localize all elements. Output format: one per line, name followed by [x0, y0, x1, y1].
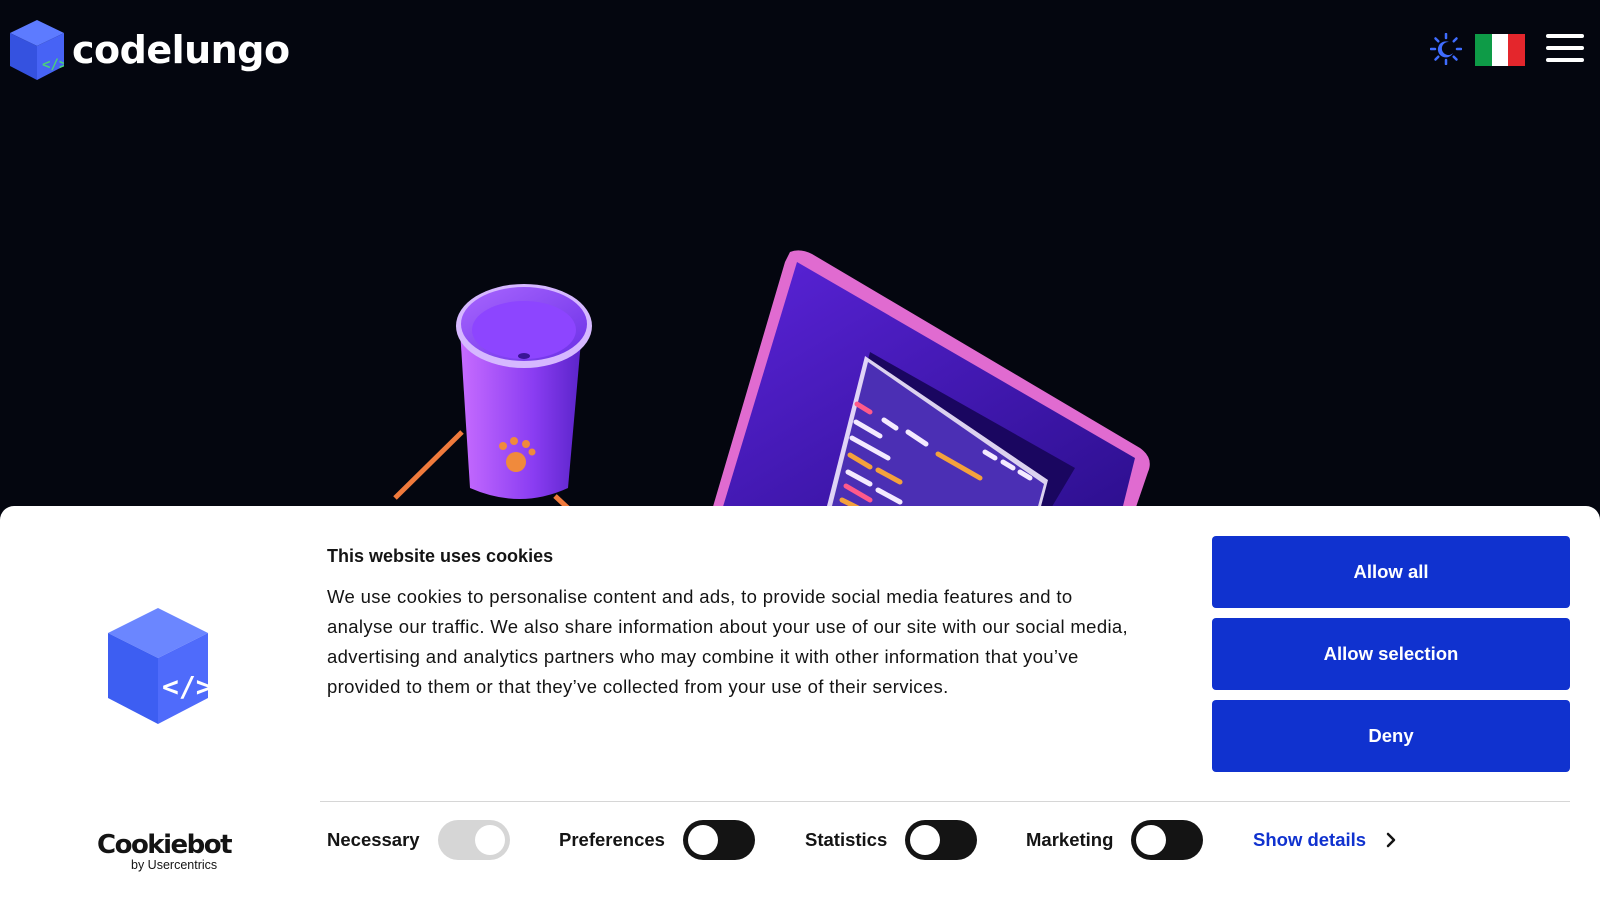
- marketing-toggle[interactable]: [1131, 820, 1204, 860]
- allow-all-button[interactable]: Allow all: [1212, 536, 1570, 608]
- option-statistics: Statistics: [805, 818, 978, 862]
- cookiebot-brand-name: Cookiebot: [97, 830, 233, 860]
- option-necessary: Necessary: [327, 818, 510, 862]
- cube-code-icon: </>: [10, 20, 64, 80]
- site-logo[interactable]: </> codelungo: [10, 20, 290, 80]
- cookie-banner-title: This website uses cookies: [327, 546, 554, 566]
- show-details-link[interactable]: Show details: [1253, 829, 1396, 851]
- preferences-toggle[interactable]: [682, 820, 755, 860]
- divider: [320, 801, 1570, 802]
- svg-text:</>: </>: [162, 670, 208, 703]
- hero-illustration: [393, 250, 1150, 510]
- deny-button[interactable]: Deny: [1212, 700, 1570, 772]
- option-label: Necessary: [327, 829, 420, 850]
- cookiebot-logo: Cookiebot by Usercentrics: [97, 830, 233, 872]
- svg-text:</>: </>: [42, 57, 64, 73]
- site-header: </> codelungo: [0, 0, 1600, 100]
- cube-code-icon: </>: [108, 608, 208, 724]
- sun-moon-icon[interactable]: [1430, 33, 1462, 65]
- option-label: Marketing: [1026, 829, 1114, 850]
- italy-flag-icon[interactable]: [1475, 34, 1526, 66]
- option-label: Preferences: [559, 829, 665, 850]
- option-preferences: Preferences: [559, 818, 755, 862]
- cookie-banner-description: We use cookies to personalise content an…: [327, 586, 1129, 697]
- chevron-right-icon: [1386, 832, 1396, 848]
- allow-selection-button[interactable]: Allow selection: [1212, 618, 1570, 690]
- cookie-consent-banner: </> This website uses cookies We use coo…: [0, 506, 1600, 900]
- cookiebot-brand-sub: by Usercentrics: [131, 858, 218, 872]
- hamburger-menu-icon[interactable]: [1546, 34, 1584, 66]
- brand-name: codelungo: [72, 28, 290, 72]
- statistics-toggle[interactable]: [905, 820, 978, 860]
- option-marketing: Marketing: [1026, 818, 1204, 862]
- necessary-toggle: [437, 820, 510, 860]
- show-details-label: Show details: [1253, 829, 1367, 850]
- option-label: Statistics: [805, 829, 888, 850]
